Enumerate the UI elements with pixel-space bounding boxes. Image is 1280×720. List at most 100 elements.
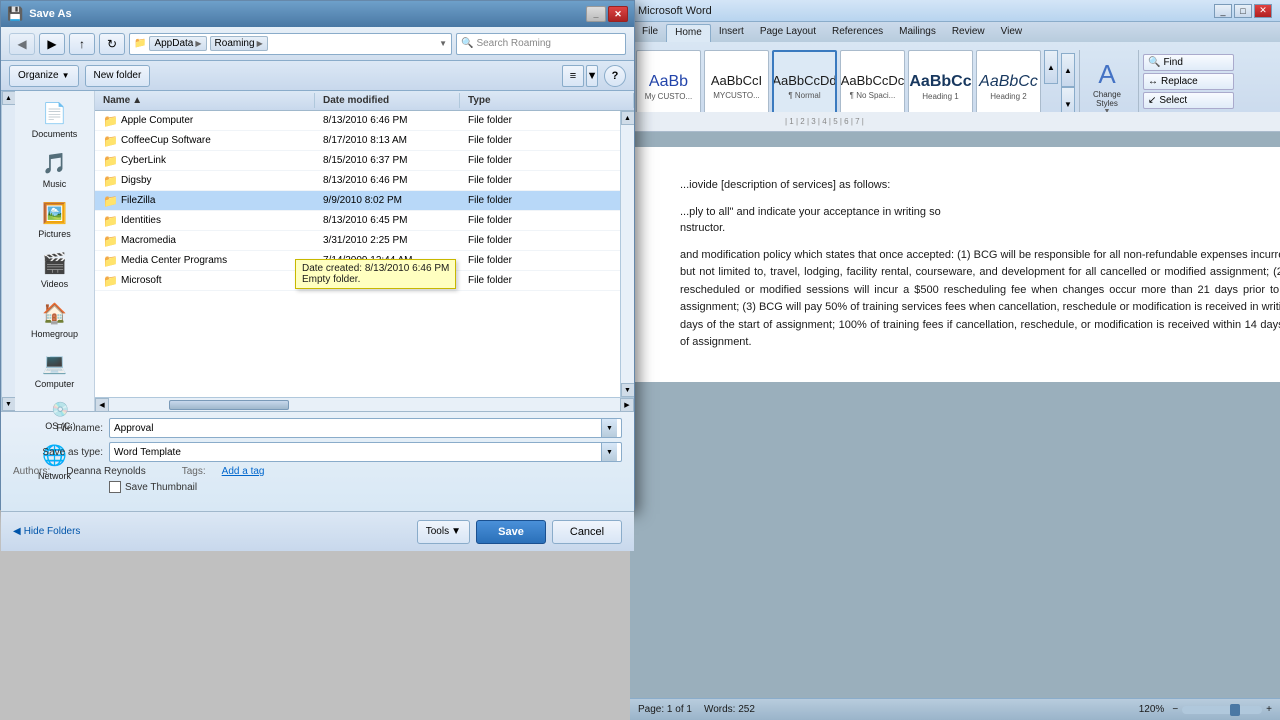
file-name: Apple Computer bbox=[121, 115, 193, 126]
vscroll-up[interactable]: ▲ bbox=[621, 111, 635, 125]
word-page: ...iovide [description of services] as f… bbox=[630, 147, 1280, 382]
search-input[interactable]: Search Roaming bbox=[476, 38, 621, 49]
zoom-slider[interactable] bbox=[1182, 706, 1262, 714]
find-button[interactable]: 🔍 Find bbox=[1143, 54, 1234, 71]
tab-file[interactable]: File bbox=[634, 24, 666, 42]
styles-scroll-up[interactable]: ▲ bbox=[1044, 50, 1058, 84]
dialog-body: ▲ ▼ 📄 Documents 🎵 Music 🖼️ Pictures bbox=[1, 91, 634, 411]
maximize-button[interactable]: □ bbox=[1234, 4, 1252, 18]
filename-label: File name: bbox=[13, 423, 103, 434]
hide-folders-button[interactable]: ◀ Hide Folders bbox=[13, 526, 80, 537]
dialog-fields: File name: Approval ▼ Save as type: Word… bbox=[1, 411, 634, 511]
file-cell-type: File folder bbox=[460, 273, 520, 288]
tags-label: Tags: bbox=[182, 466, 206, 477]
videos-icon: 🎬 bbox=[42, 251, 67, 276]
folder-icon: 📁 bbox=[103, 254, 118, 268]
minimize-button[interactable]: _ bbox=[1214, 4, 1232, 18]
select-button[interactable]: ↙ Select bbox=[1143, 92, 1234, 109]
file-row-filezilla[interactable]: 📁 FileZilla 9/9/2010 8:02 PM File folder… bbox=[95, 191, 620, 211]
file-name: Identities bbox=[121, 215, 161, 226]
save-as-type-value: Word Template bbox=[114, 447, 601, 458]
dialog-minimize-button[interactable]: _ bbox=[586, 6, 606, 22]
zoom-control[interactable]: − + bbox=[1172, 704, 1272, 715]
file-list-scroll-area: 📁 Apple Computer 8/13/2010 6:46 PM File … bbox=[95, 111, 634, 397]
zoom-out-icon[interactable]: − bbox=[1172, 704, 1178, 715]
back-button[interactable]: ◀ bbox=[9, 33, 35, 55]
organize-button[interactable]: Organize ▼ bbox=[9, 65, 79, 87]
view-list-button[interactable]: ≡ bbox=[562, 65, 584, 87]
left-nav-area: ▲ ▼ 📄 Documents 🎵 Music 🖼️ Pictures bbox=[1, 91, 95, 411]
filename-combo-arrow[interactable]: ▼ bbox=[601, 419, 617, 437]
cancel-button[interactable]: Cancel bbox=[552, 520, 622, 544]
tab-view[interactable]: View bbox=[993, 24, 1031, 42]
file-row-apple[interactable]: 📁 Apple Computer 8/13/2010 6:46 PM File … bbox=[95, 111, 620, 131]
dialog-titlebar: 💾 Save As _ ✕ bbox=[1, 1, 634, 27]
dialog-titlebar-controls: _ ✕ bbox=[586, 6, 628, 22]
documents-icon: 📄 bbox=[42, 101, 67, 126]
file-row-identities[interactable]: 📁 Identities 8/13/2010 6:45 PM File fold… bbox=[95, 211, 620, 231]
hscroll-left[interactable]: ◀ bbox=[95, 398, 109, 412]
tab-insert[interactable]: Insert bbox=[711, 24, 752, 42]
new-folder-button[interactable]: New folder bbox=[85, 65, 151, 87]
tools-button[interactable]: Tools ▼ bbox=[417, 520, 470, 544]
folder-icon: 📁 bbox=[103, 174, 118, 188]
file-list-vscrollbar[interactable]: ▲ ▼ bbox=[620, 111, 634, 397]
up-button[interactable]: ↑ bbox=[69, 33, 95, 55]
file-row-coffeecup[interactable]: 📁 CoffeeCup Software 8/17/2010 8:13 AM F… bbox=[95, 131, 620, 151]
hscroll-right[interactable]: ▶ bbox=[620, 398, 634, 412]
styles-scroll-up2[interactable]: ▲ bbox=[1061, 53, 1075, 87]
path-combo-arrow[interactable]: ▼ bbox=[439, 39, 447, 48]
tab-mailings[interactable]: Mailings bbox=[891, 24, 944, 42]
left-nav-computer[interactable]: 💻 Computer bbox=[15, 345, 94, 395]
nav-scroll-up[interactable]: ▲ bbox=[2, 91, 16, 105]
computer-icon: 💻 bbox=[42, 351, 67, 376]
dialog-close-button[interactable]: ✕ bbox=[608, 6, 628, 22]
file-row-macromedia[interactable]: 📁 Macromedia 3/31/2010 2:25 PM File fold… bbox=[95, 231, 620, 251]
file-row-digsby[interactable]: 📁 Digsby 8/13/2010 6:46 PM File folder bbox=[95, 171, 620, 191]
forward-button[interactable]: ▶ bbox=[39, 33, 65, 55]
tab-page-layout[interactable]: Page Layout bbox=[752, 24, 824, 42]
tab-review[interactable]: Review bbox=[944, 24, 993, 42]
left-nav-videos[interactable]: 🎬 Videos bbox=[15, 245, 94, 295]
left-nav-homegroup[interactable]: 🏠 Homegroup bbox=[15, 295, 94, 345]
vscroll-down[interactable]: ▼ bbox=[621, 383, 635, 397]
path-segment-roaming[interactable]: Roaming ▶ bbox=[210, 36, 268, 51]
save-thumbnail-checkbox[interactable] bbox=[109, 481, 121, 493]
search-box[interactable]: 🔍 Search Roaming bbox=[456, 33, 626, 55]
file-cell-name: 📁 CoffeeCup Software bbox=[95, 132, 315, 150]
replace-button[interactable]: ↔ Replace bbox=[1143, 73, 1234, 90]
file-cell-date: 9/3/2010 2:59 PM bbox=[315, 273, 460, 288]
left-nav-music[interactable]: 🎵 Music bbox=[15, 145, 94, 195]
save-as-type-combo[interactable]: Word Template ▼ bbox=[109, 442, 622, 462]
col-header-name[interactable]: Name ▲ bbox=[95, 93, 315, 108]
status-words: Words: 252 bbox=[704, 704, 755, 715]
file-list-hscrollbar[interactable]: ◀ ▶ bbox=[95, 397, 634, 411]
save-as-type-arrow[interactable]: ▼ bbox=[601, 443, 617, 461]
file-name: Macromedia bbox=[121, 235, 176, 246]
file-row-microsoft[interactable]: 📁 Microsoft 9/3/2010 2:59 PM File folder bbox=[95, 271, 620, 291]
path-segment-appdata[interactable]: AppData ▶ bbox=[149, 36, 206, 51]
zoom-in-icon[interactable]: + bbox=[1266, 704, 1272, 715]
col-header-type[interactable]: Type bbox=[460, 93, 634, 108]
tab-references[interactable]: References bbox=[824, 24, 891, 42]
view-details-arrow[interactable]: ▼ bbox=[586, 65, 598, 87]
find-icon: 🔍 bbox=[1148, 57, 1160, 68]
file-row-cyberlink[interactable]: 📁 CyberLink 8/15/2010 6:37 PM File folde… bbox=[95, 151, 620, 171]
save-button[interactable]: Save bbox=[476, 520, 546, 544]
help-button[interactable]: ? bbox=[604, 65, 626, 87]
refresh-button[interactable]: ↻ bbox=[99, 33, 125, 55]
col-header-date[interactable]: Date modified bbox=[315, 93, 460, 108]
nav-scroll-down[interactable]: ▼ bbox=[2, 397, 16, 411]
folder-icon: 📁 bbox=[103, 134, 118, 148]
tags-value[interactable]: Add a tag bbox=[222, 466, 265, 477]
left-nav-documents[interactable]: 📄 Documents bbox=[15, 95, 94, 145]
close-button[interactable]: ✕ bbox=[1254, 4, 1272, 18]
file-row-media-center[interactable]: 📁 Media Center Programs 7/14/2009 12:44 … bbox=[95, 251, 620, 271]
left-nav-pictures[interactable]: 🖼️ Pictures bbox=[15, 195, 94, 245]
save-thumbnail-row: Save Thumbnail bbox=[13, 481, 622, 493]
vscroll-track bbox=[621, 125, 635, 383]
path-combo[interactable]: 📁 AppData ▶ Roaming ▶ ▼ bbox=[129, 33, 452, 55]
tab-home[interactable]: Home bbox=[666, 24, 711, 42]
filename-combo[interactable]: Approval ▼ bbox=[109, 418, 622, 438]
hscroll-thumb bbox=[169, 400, 289, 410]
